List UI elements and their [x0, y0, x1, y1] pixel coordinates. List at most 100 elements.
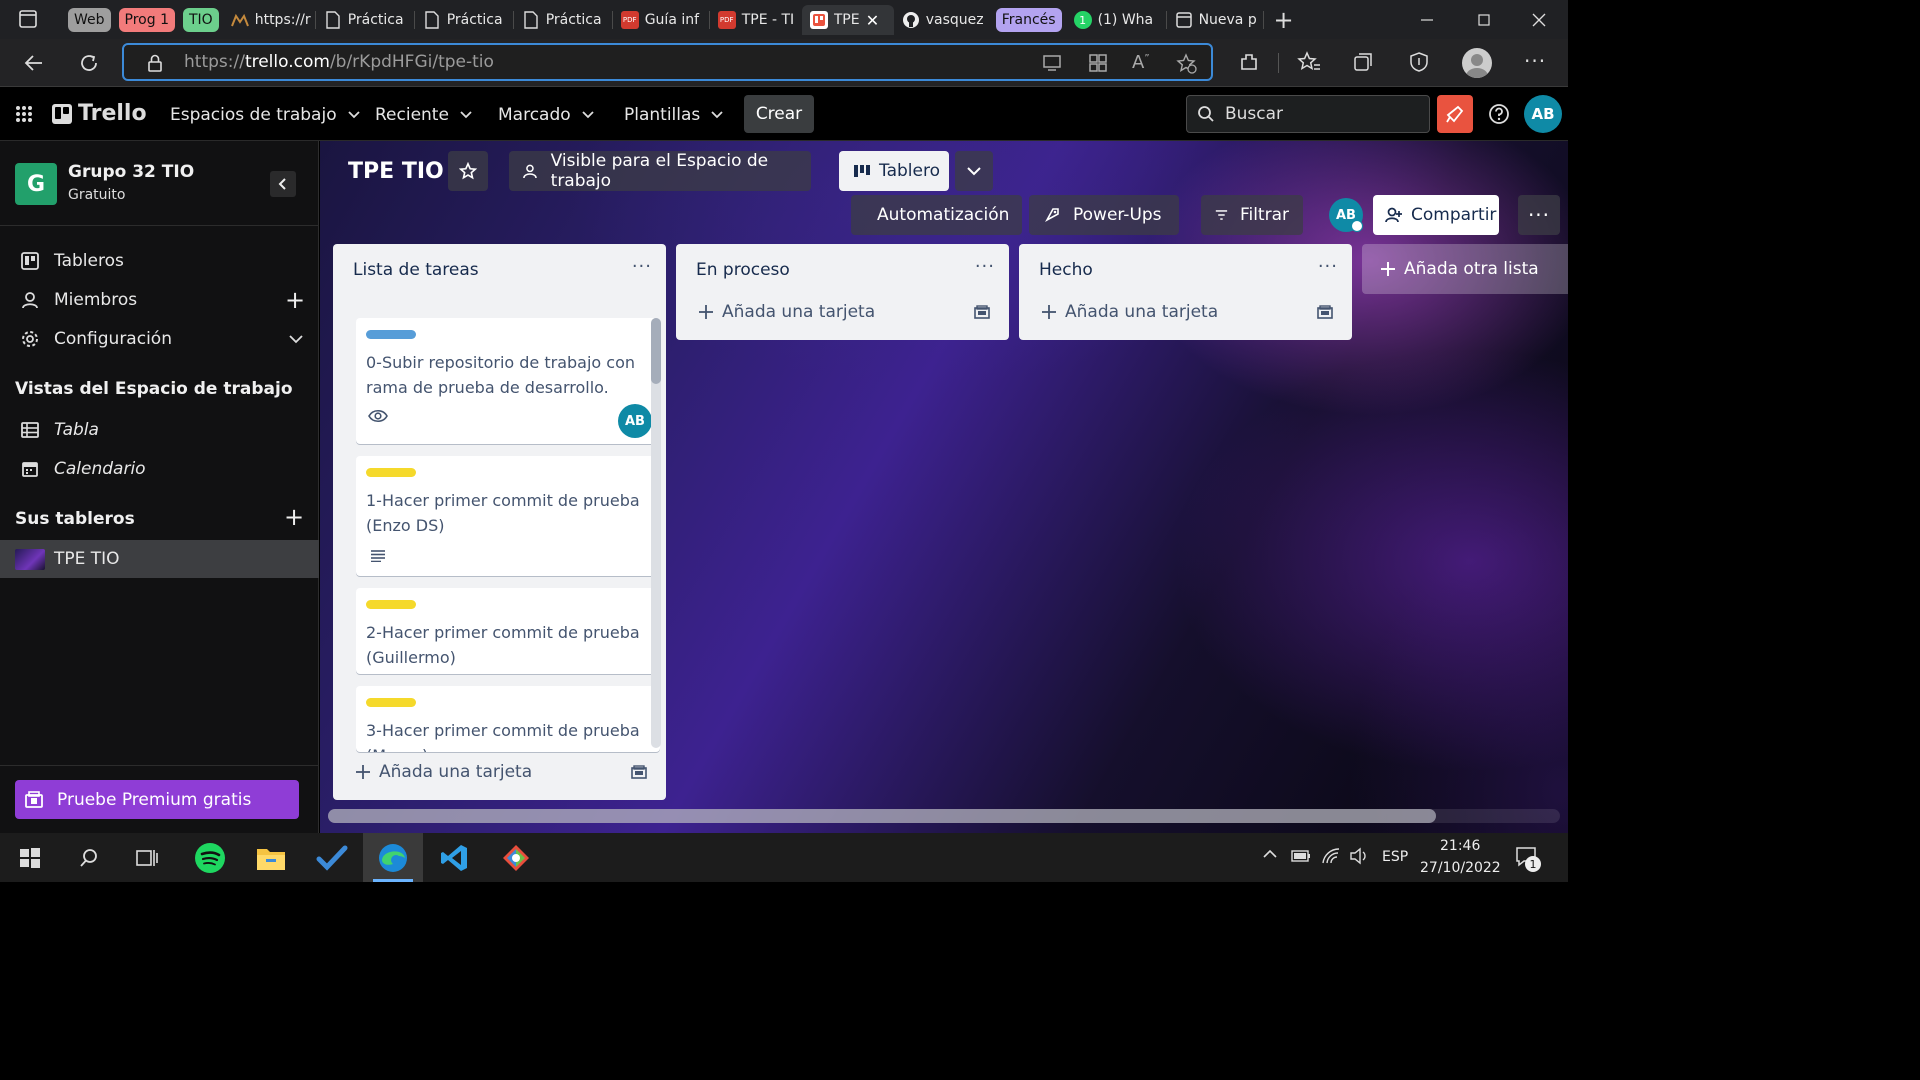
board-title[interactable]: TPE TIO: [348, 159, 444, 184]
cast-icon[interactable]: [1042, 53, 1064, 73]
tab-mail[interactable]: https://r: [223, 5, 315, 35]
add-card-button[interactable]: Añada una tarjeta: [698, 302, 875, 322]
language-indicator[interactable]: ESP: [1382, 849, 1408, 865]
sidebar-item-calendar-view[interactable]: Calendario: [0, 451, 319, 487]
close-window-icon[interactable]: [1528, 10, 1550, 30]
add-favorite-icon[interactable]: [1176, 53, 1198, 75]
tab-group-frances[interactable]: Francés: [995, 8, 1062, 32]
new-tab-plus-icon[interactable]: +: [1264, 5, 1304, 35]
collections-icon[interactable]: [1352, 51, 1374, 73]
board-menu-button[interactable]: ···: [1518, 195, 1560, 235]
automation-button[interactable]: Automatización: [851, 195, 1022, 235]
show-hidden-icons[interactable]: [1262, 849, 1278, 859]
card-label[interactable]: [366, 468, 416, 477]
add-member-icon[interactable]: +: [285, 286, 305, 314]
sidebar-board-tpe-tio[interactable]: TPE TIO: [0, 540, 319, 578]
visibility-button[interactable]: Visible para el Espacio de trabajo: [509, 151, 811, 191]
tab-practica-1[interactable]: Práctica: [316, 5, 414, 35]
tab-newtab[interactable]: Nueva p: [1167, 5, 1263, 35]
close-tab-icon[interactable]: ✕: [866, 11, 879, 30]
minimize-window-icon[interactable]: [1416, 10, 1438, 30]
favorites-icon[interactable]: [1297, 51, 1321, 73]
card-member-avatar[interactable]: AB: [618, 404, 652, 438]
board-scrollbar[interactable]: [328, 809, 1560, 823]
clock-time[interactable]: 21:46: [1440, 838, 1480, 854]
premium-trial-button[interactable]: Pruebe Premium gratis: [15, 780, 299, 819]
wifi-icon[interactable]: [1321, 847, 1341, 865]
collapse-sidebar-button[interactable]: [270, 171, 296, 197]
tab-tpe-pdf[interactable]: PDF TPE - TI: [710, 5, 802, 35]
card-label[interactable]: [366, 330, 416, 339]
card-label[interactable]: [366, 698, 416, 707]
tab-group-tio[interactable]: TIO: [183, 8, 219, 32]
powerups-button[interactable]: Power-Ups: [1029, 195, 1179, 235]
board-scrollbar-thumb[interactable]: [328, 809, 1436, 823]
nav-workspaces[interactable]: Espacios de trabajo: [164, 99, 367, 131]
tab-group-web[interactable]: Web: [68, 8, 111, 32]
view-board-button[interactable]: Tablero: [839, 151, 949, 191]
tab-whatsapp[interactable]: 1 (1) Wha: [1066, 5, 1166, 35]
card-2[interactable]: 2-Hacer primer commit de prueba (Guiller…: [356, 588, 660, 674]
nav-templates[interactable]: Plantillas: [618, 99, 730, 131]
trello-logo[interactable]: Trello: [52, 101, 147, 126]
app-switcher-icon[interactable]: [15, 105, 33, 123]
list-menu-icon[interactable]: ···: [632, 256, 652, 277]
create-button[interactable]: Crear: [744, 95, 814, 133]
add-board-icon[interactable]: +: [284, 503, 304, 531]
star-board-button[interactable]: [448, 151, 488, 191]
card-3[interactable]: 3-Hacer primer commit de prueba (Mauro): [356, 686, 660, 752]
card-template-icon[interactable]: [1317, 305, 1333, 319]
list-menu-icon[interactable]: ···: [975, 256, 995, 277]
list-scrollbar[interactable]: [651, 318, 661, 748]
search-input[interactable]: Buscar: [1186, 95, 1430, 133]
add-card-button[interactable]: Añada una tarjeta: [1041, 302, 1218, 322]
refresh-icon[interactable]: [77, 51, 101, 75]
profile-icon[interactable]: [1462, 48, 1492, 78]
list-menu-icon[interactable]: ···: [1318, 256, 1338, 277]
filter-button[interactable]: Filtrar: [1201, 195, 1303, 235]
restore-window-icon[interactable]: [1473, 10, 1495, 30]
battery-icon[interactable]: [1290, 849, 1312, 863]
card-0[interactable]: 0-Subir repositorio de trabajo con rama …: [356, 318, 660, 444]
board-member-avatar[interactable]: AB: [1329, 198, 1363, 232]
workspace-logo[interactable]: G: [15, 163, 57, 205]
tab-trello-active[interactable]: TPE ✕: [801, 5, 894, 35]
tab-actions-icon[interactable]: [18, 9, 38, 29]
spotify-icon[interactable]: [180, 833, 240, 882]
share-button[interactable]: Compartir: [1373, 195, 1499, 235]
sidebar-item-settings[interactable]: Configuración: [0, 321, 319, 357]
tab-practica-2[interactable]: Práctica: [415, 5, 513, 35]
nav-recent[interactable]: Reciente: [369, 99, 479, 131]
search-icon[interactable]: [59, 833, 119, 882]
list-title[interactable]: Lista de tareas: [353, 260, 479, 280]
read-aloud-icon[interactable]: A”: [1132, 52, 1150, 73]
tab-practica-3[interactable]: Práctica: [514, 5, 612, 35]
tab-guia[interactable]: PDF Guía inf: [613, 5, 709, 35]
apps-icon[interactable]: [1088, 53, 1108, 73]
card-template-icon[interactable]: [631, 765, 647, 779]
extensions-icon[interactable]: [1238, 51, 1260, 73]
task-view-icon[interactable]: [117, 833, 177, 882]
list-scrollbar-thumb[interactable]: [651, 318, 661, 384]
nav-starred[interactable]: Marcado: [492, 99, 601, 131]
volume-icon[interactable]: [1349, 847, 1369, 865]
workspace-name[interactable]: Grupo 32 TIO: [68, 162, 194, 182]
notification-center-icon[interactable]: 1: [1515, 846, 1541, 872]
user-avatar[interactable]: AB: [1524, 95, 1562, 133]
list-title[interactable]: En proceso: [696, 260, 790, 280]
card-1[interactable]: 1-Hacer primer commit de prueba (Enzo DS…: [356, 456, 660, 576]
tab-group-prog1[interactable]: Prog 1: [118, 8, 175, 32]
add-card-button[interactable]: Añada una tarjeta: [355, 762, 532, 782]
clock-date[interactable]: 27/10/2022: [1420, 860, 1501, 876]
card-label[interactable]: [366, 600, 416, 609]
sidebar-item-members[interactable]: Miembros +: [0, 282, 319, 318]
help-icon[interactable]: [1488, 103, 1510, 125]
chevron-down-icon[interactable]: [288, 334, 304, 344]
notifications-button[interactable]: [1437, 95, 1473, 133]
sidebar-item-boards[interactable]: Tableros: [0, 243, 319, 279]
vscode-icon[interactable]: [424, 833, 484, 882]
settings-more-icon[interactable]: ···: [1524, 49, 1546, 73]
sidebar-item-table-view[interactable]: Tabla: [0, 412, 319, 448]
card-template-icon[interactable]: [974, 305, 990, 319]
browser-essentials-icon[interactable]: [1408, 51, 1430, 73]
